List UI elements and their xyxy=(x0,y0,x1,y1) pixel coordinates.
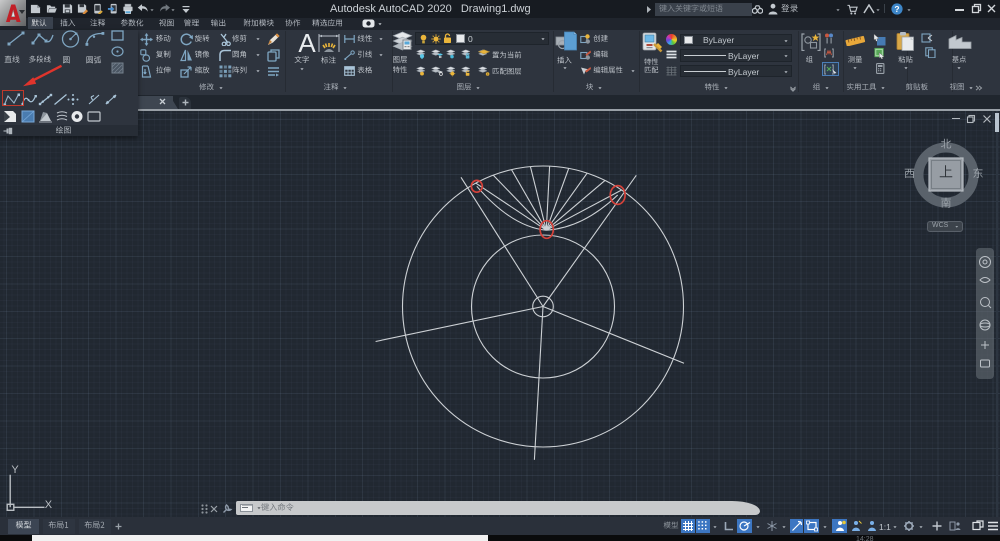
svg-text:Y: Y xyxy=(11,464,19,476)
svg-text:X: X xyxy=(45,499,53,511)
